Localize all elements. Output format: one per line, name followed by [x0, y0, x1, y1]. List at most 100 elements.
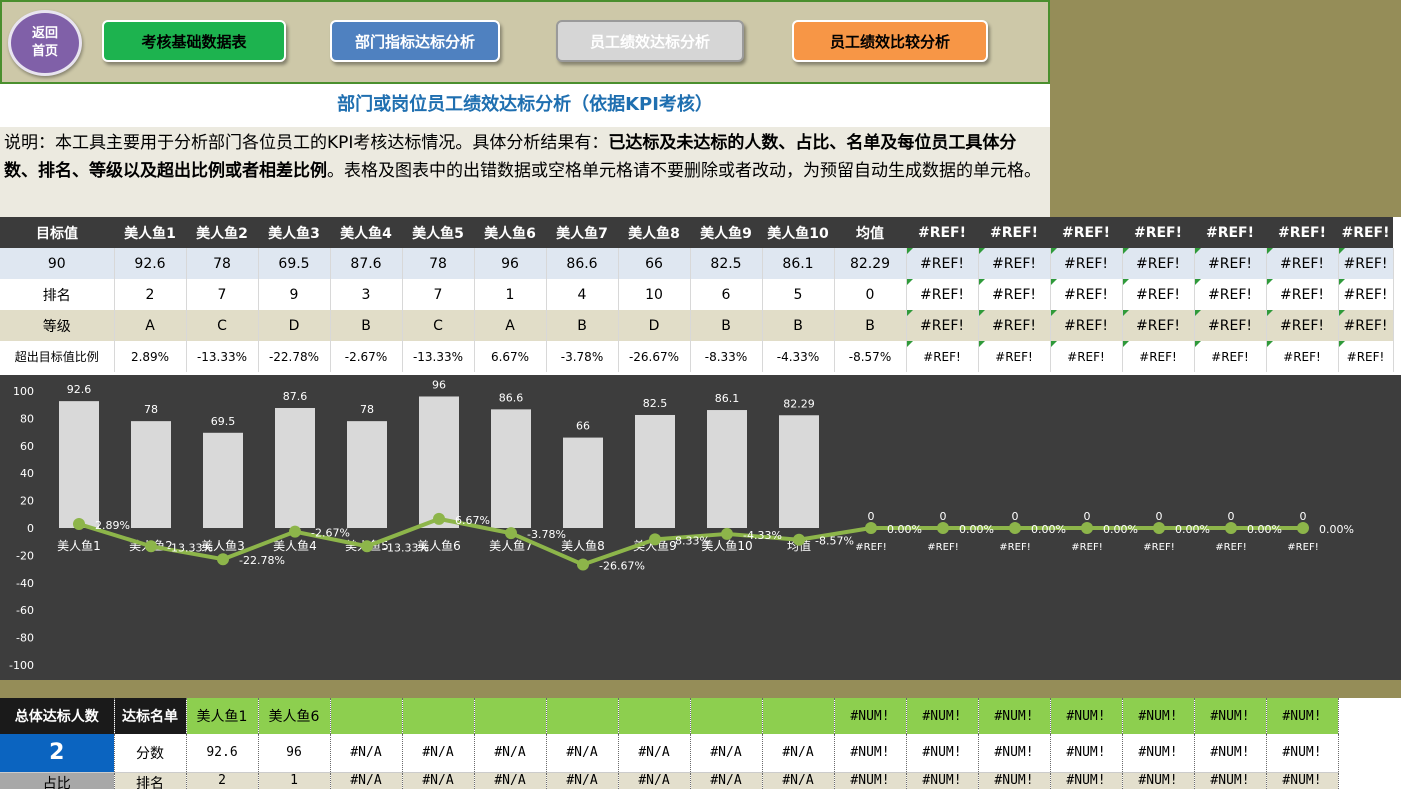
kpi-cell[interactable]: #REF!	[1266, 279, 1339, 310]
kpi-cell[interactable]: D	[258, 310, 331, 341]
kpi-cell[interactable]: A	[474, 310, 547, 341]
qualified-rank-cell[interactable]: #N/A	[762, 772, 835, 789]
kpi-cell[interactable]: 6	[690, 279, 763, 310]
kpi-cell[interactable]: 美人鱼3	[258, 217, 330, 248]
kpi-cell[interactable]: 0	[834, 279, 907, 310]
kpi-cell[interactable]: #REF!	[906, 341, 979, 372]
qualified-score-cell[interactable]: #NUM!	[906, 734, 979, 773]
qualified-score-cell[interactable]: #NUM!	[1266, 734, 1339, 773]
kpi-cell[interactable]: 美人鱼8	[618, 217, 690, 248]
kpi-cell[interactable]: #REF!	[1050, 341, 1123, 372]
qualified-name-cell[interactable]: #NUM!	[1050, 698, 1123, 734]
nav-button-employee-comparison[interactable]: 员工绩效比较分析	[792, 20, 988, 62]
total-qualified-label-cell[interactable]: 总体达标人数	[0, 698, 115, 734]
kpi-cell[interactable]: #REF!	[1338, 217, 1393, 248]
qualified-score-cell[interactable]: #N/A	[546, 734, 619, 773]
qualified-name-cell[interactable]	[402, 698, 475, 734]
kpi-cell[interactable]: -2.67%	[330, 341, 403, 372]
kpi-cell[interactable]: -13.33%	[402, 341, 475, 372]
kpi-cell[interactable]: -4.33%	[762, 341, 835, 372]
kpi-cell[interactable]: 5	[762, 279, 835, 310]
kpi-cell[interactable]: 3	[330, 279, 403, 310]
qualified-rank-cell[interactable]: #NUM!	[834, 772, 907, 789]
kpi-cell[interactable]: -26.67%	[618, 341, 691, 372]
qualified-name-cell[interactable]: #NUM!	[1194, 698, 1267, 734]
qualified-list-label-cell[interactable]: 达标名单	[114, 698, 187, 734]
kpi-cell[interactable]: #REF!	[978, 217, 1050, 248]
score-label-cell[interactable]: 分数	[114, 734, 187, 773]
qualified-rank-cell[interactable]: 2	[186, 772, 259, 789]
kpi-cell[interactable]: #REF!	[1266, 248, 1339, 279]
kpi-cell[interactable]: 美人鱼4	[330, 217, 402, 248]
qualified-rank-cell[interactable]: #NUM!	[1194, 772, 1267, 789]
qualified-rank-cell[interactable]: #N/A	[402, 772, 475, 789]
qualified-score-cell[interactable]: #NUM!	[1122, 734, 1195, 773]
qualified-rank-cell[interactable]: #NUM!	[1122, 772, 1195, 789]
kpi-cell[interactable]: #REF!	[906, 217, 978, 248]
qualified-name-cell[interactable]	[618, 698, 691, 734]
qualified-score-cell[interactable]: #N/A	[474, 734, 547, 773]
kpi-cell[interactable]: #REF!	[1050, 310, 1123, 341]
qualified-name-cell[interactable]: #NUM!	[978, 698, 1051, 734]
kpi-cell[interactable]: 86.6	[546, 248, 619, 279]
qualified-name-cell[interactable]: #NUM!	[906, 698, 979, 734]
kpi-cell[interactable]: 7	[402, 279, 475, 310]
qualified-rank-cell[interactable]: #NUM!	[906, 772, 979, 789]
nav-button-department-analysis[interactable]: 部门指标达标分析	[330, 20, 500, 62]
kpi-cell[interactable]: #REF!	[1338, 341, 1394, 372]
kpi-cell[interactable]: 82.5	[690, 248, 763, 279]
rank-label-cell[interactable]: 排名	[114, 772, 187, 789]
kpi-cell[interactable]: #REF!	[1194, 310, 1267, 341]
kpi-cell[interactable]: #REF!	[978, 341, 1051, 372]
nav-button-basic-data[interactable]: 考核基础数据表	[102, 20, 286, 62]
kpi-cell[interactable]: 2.89%	[114, 341, 187, 372]
qualified-score-cell[interactable]: #N/A	[330, 734, 403, 773]
kpi-cell[interactable]: #REF!	[1122, 217, 1194, 248]
qualified-score-cell[interactable]: #NUM!	[1050, 734, 1123, 773]
kpi-row-label-cell[interactable]: 90	[0, 248, 115, 279]
kpi-cell[interactable]: B	[330, 310, 403, 341]
qualified-rank-cell[interactable]: #NUM!	[1050, 772, 1123, 789]
qualified-rank-cell[interactable]: #NUM!	[978, 772, 1051, 789]
kpi-cell[interactable]: -3.78%	[546, 341, 619, 372]
qualified-score-cell[interactable]: 92.6	[186, 734, 259, 773]
ratio-label-cell[interactable]: 占比	[0, 772, 115, 789]
kpi-cell[interactable]: 美人鱼9	[690, 217, 762, 248]
kpi-cell[interactable]: B	[690, 310, 763, 341]
nav-button-employee-analysis[interactable]: 员工绩效达标分析	[556, 20, 744, 62]
kpi-cell[interactable]: -13.33%	[186, 341, 259, 372]
qualified-name-cell[interactable]	[474, 698, 547, 734]
kpi-cell[interactable]: #REF!	[1194, 217, 1266, 248]
kpi-cell[interactable]: B	[762, 310, 835, 341]
kpi-cell[interactable]: #REF!	[906, 248, 979, 279]
kpi-cell[interactable]: #REF!	[906, 279, 979, 310]
kpi-cell[interactable]: #REF!	[1050, 217, 1122, 248]
qualified-rank-cell[interactable]: #N/A	[690, 772, 763, 789]
qualified-rank-cell[interactable]: #N/A	[474, 772, 547, 789]
kpi-cell[interactable]: #REF!	[1194, 341, 1267, 372]
kpi-cell[interactable]: A	[114, 310, 187, 341]
kpi-cell[interactable]: 10	[618, 279, 691, 310]
kpi-row-label-cell[interactable]: 超出目标值比例	[0, 341, 115, 372]
kpi-cell[interactable]: D	[618, 310, 691, 341]
kpi-cell[interactable]: 92.6	[114, 248, 187, 279]
kpi-cell[interactable]: 78	[402, 248, 475, 279]
qualified-score-cell[interactable]: #NUM!	[978, 734, 1051, 773]
kpi-row-label-cell[interactable]: 目标值	[0, 217, 114, 248]
qualified-rank-cell[interactable]: #N/A	[330, 772, 403, 789]
kpi-row-label-cell[interactable]: 等级	[0, 310, 115, 341]
kpi-cell[interactable]: #REF!	[1266, 341, 1339, 372]
kpi-cell[interactable]: 美人鱼5	[402, 217, 474, 248]
kpi-cell[interactable]: -22.78%	[258, 341, 331, 372]
qualified-score-cell[interactable]: #N/A	[618, 734, 691, 773]
qualified-name-cell[interactable]	[690, 698, 763, 734]
kpi-cell[interactable]: #REF!	[1338, 310, 1394, 341]
kpi-cell[interactable]: #REF!	[1122, 341, 1195, 372]
kpi-cell[interactable]: #REF!	[978, 248, 1051, 279]
kpi-cell[interactable]: #REF!	[1338, 279, 1394, 310]
qualified-score-cell[interactable]: #NUM!	[1194, 734, 1267, 773]
kpi-cell[interactable]: #REF!	[978, 279, 1051, 310]
kpi-cell[interactable]: #REF!	[1338, 248, 1394, 279]
qualified-name-cell[interactable]	[546, 698, 619, 734]
kpi-cell[interactable]: 87.6	[330, 248, 403, 279]
